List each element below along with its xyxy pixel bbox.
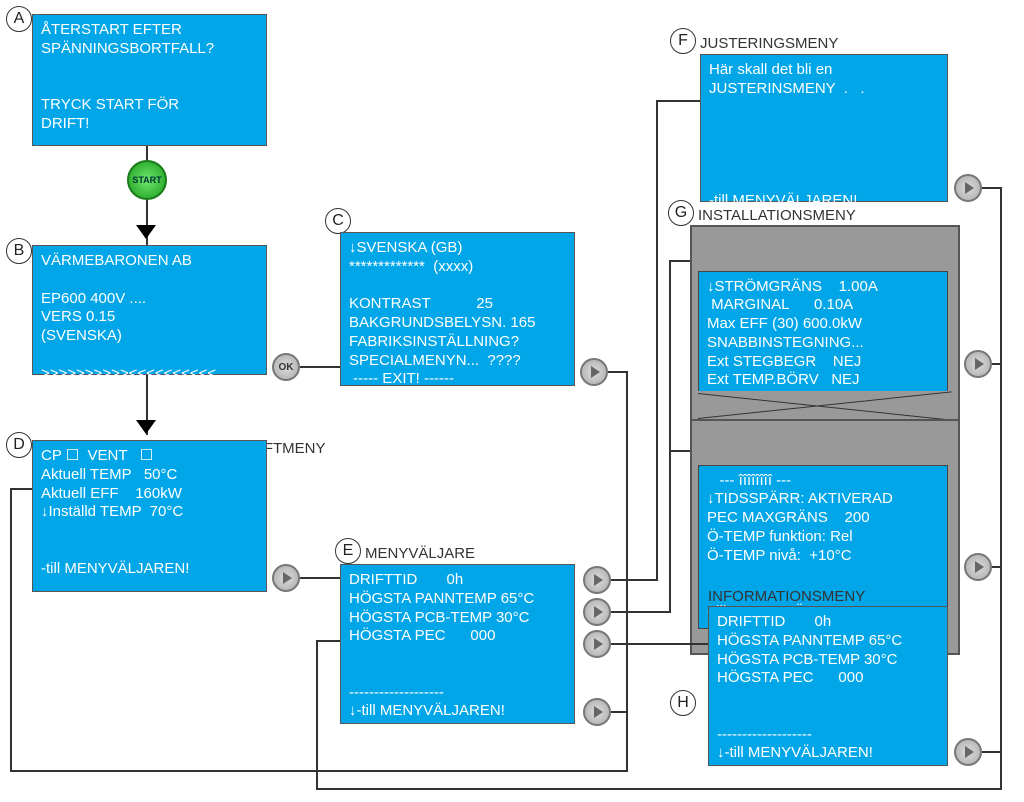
title-installationsmeny: INSTALLATIONSMENY <box>698 207 856 224</box>
conn-e2-g-v <box>669 260 671 613</box>
conn-e2-g-t <box>669 260 690 262</box>
label-B: B <box>6 238 32 264</box>
label-H: H <box>670 690 696 716</box>
conn-ret-bottom <box>316 788 1002 790</box>
arrowhead-b-d <box>136 420 156 434</box>
box-F-justeringsmeny: Här skall det bli en JUSTERINSMENY . . -… <box>700 54 948 202</box>
conn-f-ret-v <box>1000 187 1002 790</box>
conn-c-d3 <box>10 488 12 772</box>
conn-f-ret-h <box>982 187 1002 189</box>
title-menyvaljare: MENYVÄLJARE <box>365 545 475 562</box>
conn-ret-into-e <box>316 640 340 642</box>
box-A-restart: ÅTERSTART EFTER SPÄNNINGSBORTFALL? TRYCK… <box>32 14 267 146</box>
conn-c-r1 <box>608 371 628 373</box>
ok-button[interactable]: OK <box>272 353 300 381</box>
conn-e1-f-v <box>656 100 658 581</box>
arrow-G2[interactable] <box>964 553 992 581</box>
box-C-svenska: ↓SVENSKA (GB) ************* (xxxx) KONTR… <box>340 232 575 386</box>
box-B-varmebaronen: VÄRMEBARONEN AB EP600 400V .... VERS 0.1… <box>32 245 267 375</box>
conn-e3-h <box>611 643 708 645</box>
conn-ret-up <box>316 640 318 790</box>
conn-g2-ret <box>992 566 1002 568</box>
conn-e1-f-t <box>656 100 700 102</box>
arrow-E-1[interactable] <box>583 566 611 594</box>
label-F: F <box>670 28 696 54</box>
box-E-menyvaljare: DRIFTTID 0h HÖGSTA PANNTEMP 65°C HÖGSTA … <box>340 564 575 724</box>
conn-g1-ret <box>992 363 1002 365</box>
arrow-E-2[interactable] <box>583 598 611 626</box>
conn-e2-g-t2 <box>669 450 690 452</box>
title-informationsmeny: INFORMATIONSMENY <box>708 588 865 605</box>
arrowhead-a-b <box>136 225 156 239</box>
arrow-C[interactable] <box>580 358 608 386</box>
box-H-informationsmeny: DRIFTTID 0h HÖGSTA PANNTEMP 65°C HÖGSTA … <box>708 606 948 766</box>
conn-d-e <box>300 577 340 579</box>
start-button[interactable]: START <box>127 160 167 200</box>
arrow-E-3[interactable] <box>583 630 611 658</box>
conn-b-c <box>300 366 340 368</box>
box-D-driftmeny: CP ☐ VENT ☐ Aktuell TEMP 50°C Aktuell EF… <box>32 440 267 592</box>
conn-e2-g-h <box>611 611 671 613</box>
arrow-D[interactable] <box>272 564 300 592</box>
label-D: D <box>6 432 32 458</box>
arrow-E-4[interactable] <box>583 698 611 726</box>
conn-c-d4 <box>10 488 32 490</box>
label-G: G <box>668 200 694 226</box>
conn-e4-ret <box>611 711 628 713</box>
title-justeringsmeny: JUSTERINGSMENY <box>700 35 838 52</box>
arrow-H[interactable] <box>954 738 982 766</box>
label-A: A <box>6 6 32 32</box>
conn-c-d2 <box>10 770 628 772</box>
conn-e1-f-h <box>611 579 658 581</box>
arrow-F[interactable] <box>954 174 982 202</box>
conn-h-ret <box>982 751 1002 753</box>
arrow-G1[interactable] <box>964 350 992 378</box>
label-E: E <box>335 538 361 564</box>
label-C: C <box>325 208 351 234</box>
